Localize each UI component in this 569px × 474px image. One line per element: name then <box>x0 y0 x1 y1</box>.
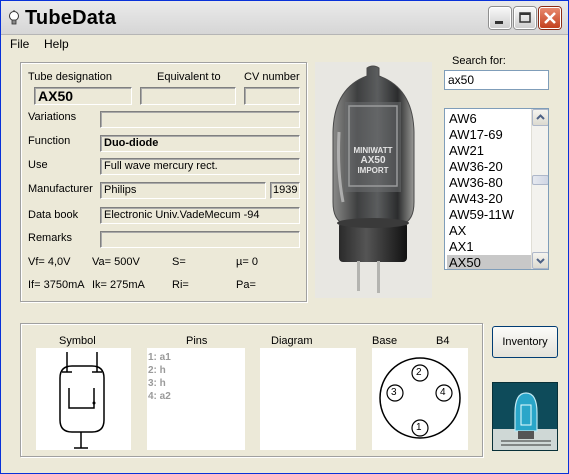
search-label: Search for: <box>452 55 506 67</box>
manufacturer-field[interactable]: Philips <box>100 182 266 199</box>
symbol-box <box>36 348 131 450</box>
lightbulb-icon <box>9 10 19 25</box>
base-type: B4 <box>436 335 450 347</box>
results-listbox[interactable]: AW6 AW17-69 AW21 AW36-20 AW36-80 AW43-20… <box>444 108 549 270</box>
data-book-label: Data book <box>28 209 79 221</box>
s-value: S= <box>172 256 186 268</box>
close-button[interactable] <box>539 7 561 29</box>
base-pin-label: 3 <box>391 387 397 398</box>
inventory-button[interactable]: Inventory <box>492 326 558 358</box>
diagram-header: Diagram <box>271 335 313 347</box>
minimize-button[interactable] <box>489 7 511 29</box>
search-input[interactable] <box>444 70 549 90</box>
designation-header: Tube designation <box>28 71 112 83</box>
diagram-box <box>260 348 356 450</box>
scroll-down-button[interactable] <box>532 252 548 269</box>
base-pin-label: 4 <box>440 387 446 398</box>
va-value: Va= 500V <box>92 256 140 268</box>
window-title: TubeData <box>25 7 117 29</box>
function-field[interactable]: Duo-diode <box>100 135 300 152</box>
year-field[interactable]: 1939 <box>270 182 300 199</box>
close-icon <box>544 12 556 24</box>
ik-value: Ik= 275mA <box>92 279 145 291</box>
glass-print-line: AX50 <box>360 155 386 166</box>
ri-value: Ri= <box>172 279 189 291</box>
pin-entry: 3: h <box>148 378 166 389</box>
app-logo <box>492 382 558 451</box>
manufacturer-label: Manufacturer <box>28 183 93 195</box>
pins-box: 1: a1 2: h 3: h 4: a2 <box>147 348 245 450</box>
base-pin-label: 1 <box>416 422 422 433</box>
maximize-button[interactable] <box>514 7 536 29</box>
if-value: If= 3750mA <box>28 279 85 291</box>
tube-logo-icon <box>493 383 557 450</box>
title-bar[interactable]: TubeData <box>1 1 568 35</box>
chevron-up-icon <box>536 114 545 120</box>
menu-file[interactable]: File <box>10 37 29 51</box>
remarks-label: Remarks <box>28 232 73 244</box>
scroll-thumb[interactable] <box>532 175 548 185</box>
data-book-field[interactable]: Electronic Univ.VadeMecum -94 <box>100 207 300 224</box>
pin-entry: 2: h <box>148 365 166 376</box>
scroll-up-button[interactable] <box>532 109 548 126</box>
tube-glass-print: MINIWATT AX50 IMPORT <box>345 146 401 176</box>
minimize-icon <box>495 21 503 24</box>
base-box: 1 2 3 4 <box>372 348 468 450</box>
designation-field[interactable]: AX50 <box>34 87 132 105</box>
use-label: Use <box>28 159 48 171</box>
variations-label: Variations <box>28 111 77 123</box>
pin-entry: 1: a1 <box>148 352 171 363</box>
glass-print-line: IMPORT <box>357 166 389 175</box>
vacuum-tube-image <box>332 65 415 293</box>
remarks-field[interactable] <box>100 231 300 248</box>
cv-header: CV number <box>244 71 300 83</box>
base-pinout-icon <box>379 357 461 439</box>
pa-value: Pa= <box>236 279 256 291</box>
equivalent-field[interactable] <box>140 87 236 105</box>
menu-bar: File Help <box>1 35 568 53</box>
vf-value: Vf= 4,0V <box>28 256 71 268</box>
maximize-icon <box>519 12 531 23</box>
app-window: TubeData File Help Tube designation Equi… <box>0 0 569 474</box>
symbol-header: Symbol <box>59 335 96 347</box>
function-label: Function <box>28 135 71 147</box>
pin-entry: 4: a2 <box>148 391 171 402</box>
tube-photo: MINIWATT AX50 IMPORT <box>315 62 432 298</box>
menu-help[interactable]: Help <box>44 37 69 51</box>
mu-value: µ= 0 <box>236 256 258 268</box>
chevron-down-icon <box>536 258 545 264</box>
cv-number-field[interactable] <box>244 87 300 105</box>
variations-field[interactable] <box>100 111 300 128</box>
diode-symbol-icon <box>59 352 105 449</box>
list-scrollbar[interactable] <box>531 109 548 269</box>
pins-header: Pins <box>186 335 208 347</box>
base-header: Base <box>372 335 398 347</box>
equivalent-header: Equivalent to <box>157 71 221 83</box>
use-field[interactable]: Full wave mercury rect. <box>100 158 300 175</box>
base-pin-label: 2 <box>416 367 422 378</box>
